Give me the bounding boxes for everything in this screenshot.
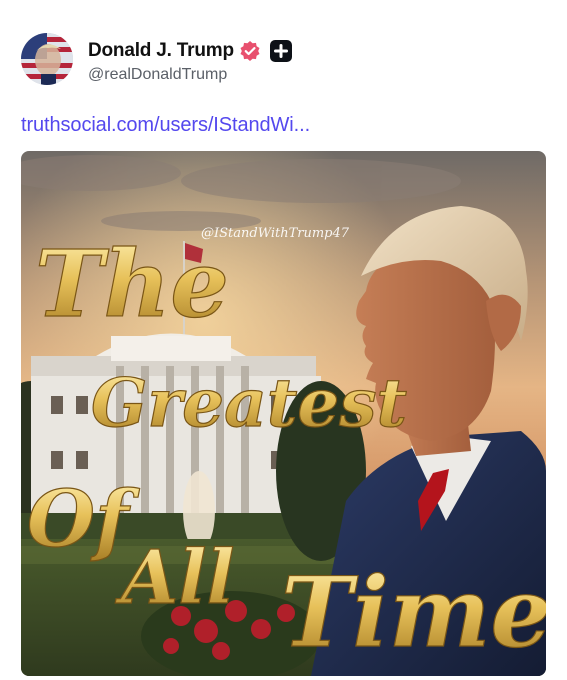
verified-badge-icon <box>239 40 261 62</box>
post-header: Donald J. Trump @realDonaldTrump <box>21 33 541 89</box>
headline-word-4: All <box>115 535 235 621</box>
post-link[interactable]: truthsocial.com/users/IStandWi... <box>21 114 310 137</box>
display-name[interactable]: Donald J. Trump <box>88 40 234 62</box>
headline-word-1: The <box>35 230 229 338</box>
headline-word-5: Time <box>281 556 546 669</box>
plus-badge-icon <box>269 40 292 62</box>
post-media-image[interactable]: @IStandWithTrump47 The Greatest Of All T… <box>21 151 546 676</box>
author-handle[interactable]: @realDonaldTrump <box>88 66 227 84</box>
name-row: Donald J. Trump <box>88 39 292 63</box>
headline-word-2: Greatest <box>91 364 407 442</box>
avatar[interactable] <box>21 33 73 85</box>
avatar-image <box>21 33 73 85</box>
